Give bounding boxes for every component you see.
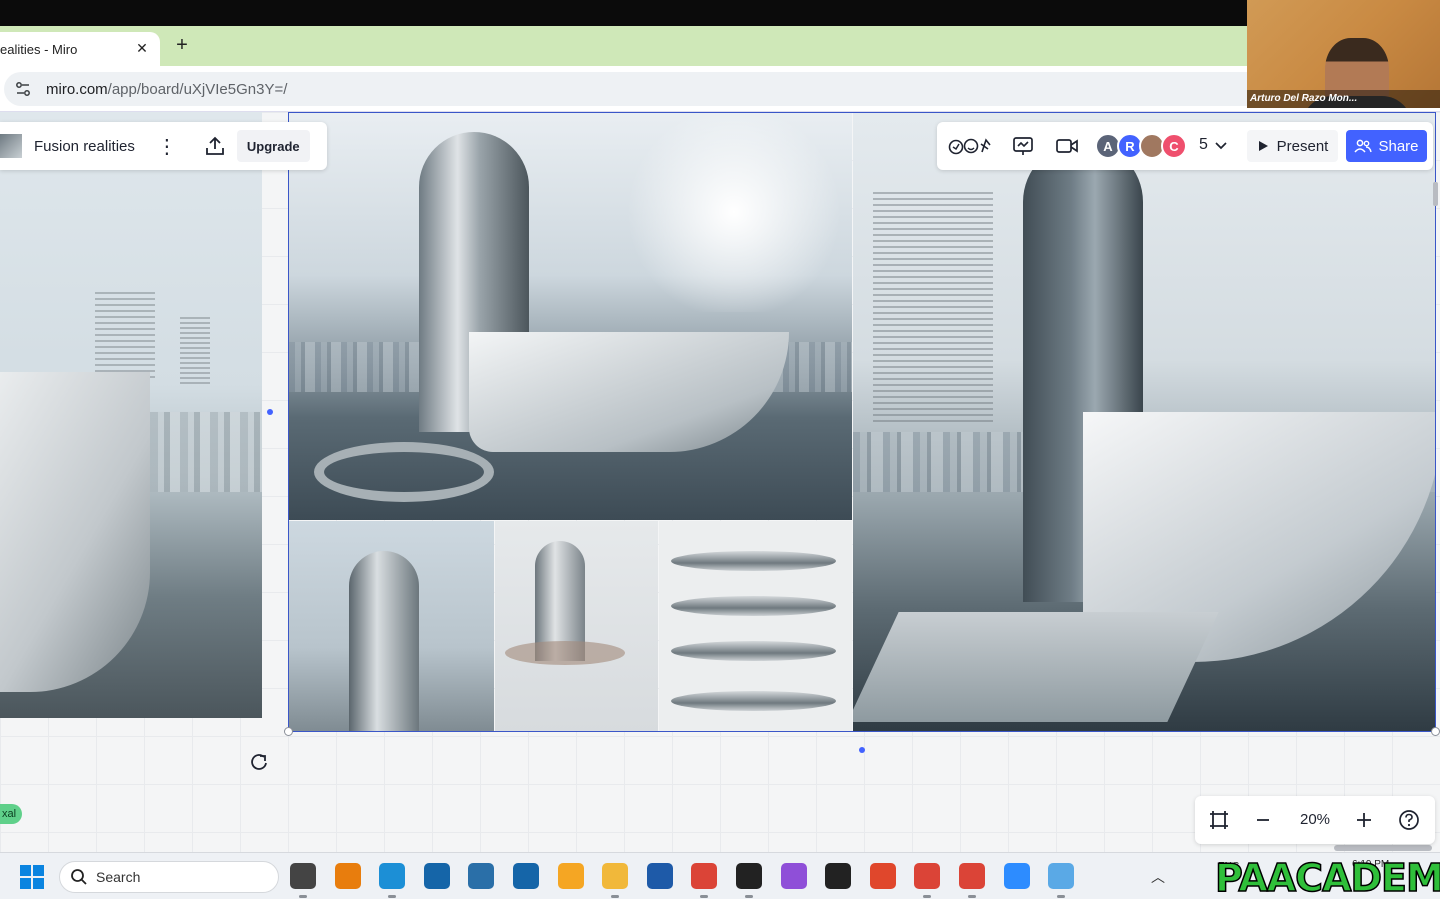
file-explorer-icon[interactable] <box>290 863 316 889</box>
windows-logo-tile <box>20 878 31 889</box>
windows-logo-tile <box>20 865 31 876</box>
bottom-connector-dot[interactable] <box>859 747 865 753</box>
url-host: miro.com <box>46 80 108 98</box>
help-icon[interactable] <box>1395 806 1423 834</box>
share-button[interactable]: Share <box>1346 130 1427 162</box>
refresh-icon[interactable] <box>249 752 269 772</box>
vertical-scrollbar[interactable] <box>1433 182 1438 206</box>
more-vertical-icon[interactable]: ⋮ <box>157 132 177 160</box>
users-icon <box>1354 139 1373 153</box>
browser-tab-strip: ealities - Miro ✕ <box>0 26 1440 66</box>
board-canvas[interactable] <box>0 112 1440 852</box>
resize-handle[interactable] <box>284 727 293 736</box>
site-settings-icon[interactable] <box>8 74 38 104</box>
collaborator-cursor-name: xal <box>2 808 17 820</box>
collaboration-toolbar: ARC 5 Present Share <box>937 122 1433 170</box>
watermark-logo: PAACADEMY <box>1214 856 1440 899</box>
search-icon <box>71 869 87 885</box>
close-icon[interactable]: ✕ <box>134 40 150 56</box>
participant-count[interactable]: 5 <box>1199 136 1208 154</box>
office-icon[interactable] <box>870 863 896 889</box>
chevron-up-icon[interactable]: ︿ <box>1151 867 1165 887</box>
image-detail <box>180 317 210 387</box>
orange-app-icon[interactable] <box>558 863 584 889</box>
sketchup-2-icon[interactable] <box>513 863 539 889</box>
webcam-video: Arturo Del Razo Mon... <box>1247 0 1440 108</box>
running-indicator <box>388 895 396 898</box>
board-name[interactable]: Fusion realities <box>34 138 135 155</box>
resize-handle[interactable] <box>1431 727 1440 736</box>
running-indicator <box>611 895 619 898</box>
rhino-icon[interactable] <box>736 863 762 889</box>
chrome-active-icon[interactable] <box>959 863 985 889</box>
running-indicator <box>1057 895 1065 898</box>
fit-to-screen-icon[interactable] <box>1205 806 1233 834</box>
board-thumbnail[interactable] <box>0 134 22 158</box>
zoom-out-icon[interactable] <box>1249 806 1277 834</box>
windows-logo-tile <box>33 865 44 876</box>
address-bar: miro.com/app/board/uXjVIe5Gn3Y=/ <box>0 66 1440 112</box>
folder-icon[interactable] <box>602 863 628 889</box>
zoom-level[interactable]: 20% <box>1295 811 1335 828</box>
app-12-icon[interactable] <box>468 863 494 889</box>
blender-icon[interactable] <box>335 863 361 889</box>
edge-icon[interactable] <box>379 863 405 889</box>
talktrack-icon[interactable] <box>1009 132 1037 160</box>
board-header: Fusion realities ⋮ Upgrade <box>0 122 327 170</box>
running-indicator <box>923 895 931 898</box>
url-field[interactable]: miro.com/app/board/uXjVIe5Gn3Y=/ <box>4 72 1264 106</box>
windows-start-icon[interactable] <box>20 865 44 889</box>
horizontal-scrollbar[interactable] <box>1334 845 1432 851</box>
play-icon <box>1258 141 1268 151</box>
purple-app-icon[interactable] <box>781 863 807 889</box>
running-indicator <box>745 895 753 898</box>
present-label: Present <box>1276 137 1329 155</box>
image-detail <box>95 292 155 382</box>
chevron-down-icon[interactable] <box>1213 132 1229 160</box>
media-player-icon[interactable] <box>825 863 851 889</box>
sketchup-icon[interactable] <box>424 863 450 889</box>
board-image-left[interactable] <box>0 112 262 718</box>
reactions-icon[interactable] <box>947 132 993 160</box>
browser-tab-title: ealities - Miro <box>0 41 78 57</box>
webcam-participant-name: Arturo Del Razo Mon... <box>1247 90 1440 108</box>
share-label: Share <box>1378 137 1419 155</box>
snipping-tool-icon[interactable] <box>1048 863 1074 889</box>
browser-tab-miro[interactable]: ealities - Miro ✕ <box>0 32 160 66</box>
present-button[interactable]: Present <box>1247 130 1338 162</box>
running-indicator <box>299 895 307 898</box>
avatar[interactable]: C <box>1161 133 1187 159</box>
zoom-in-icon[interactable] <box>1350 806 1378 834</box>
running-indicator <box>968 895 976 898</box>
new-tab-button[interactable]: + <box>172 33 192 57</box>
search-label: Search <box>96 869 141 885</box>
taskbar-search[interactable]: Search <box>59 861 279 893</box>
screen-top-bar <box>0 0 1440 26</box>
chrome-profile-icon[interactable] <box>914 863 940 889</box>
chrome-icon[interactable] <box>691 863 717 889</box>
selection-frame[interactable] <box>288 112 1436 732</box>
export-icon[interactable] <box>201 132 229 160</box>
upgrade-button[interactable]: Upgrade <box>236 130 310 162</box>
video-camera-icon[interactable] <box>1053 132 1081 160</box>
url-text: miro.com/app/board/uXjVIe5Gn3Y=/ <box>46 81 287 98</box>
zoom-toolbar: 20% <box>1195 796 1435 844</box>
collaborator-cursor-tag: xal <box>0 804 23 824</box>
windows-logo-tile <box>33 878 44 889</box>
side-connector-dot[interactable] <box>267 409 273 415</box>
zoom-icon[interactable] <box>1004 863 1030 889</box>
revit-icon[interactable] <box>647 863 673 889</box>
image-detail <box>0 372 150 692</box>
running-indicator <box>700 895 708 898</box>
screen: ealities - Miro ✕ + miro.com/app/board/u… <box>0 0 1440 899</box>
url-path: /app/board/uXjVIe5Gn3Y=/ <box>107 80 288 98</box>
